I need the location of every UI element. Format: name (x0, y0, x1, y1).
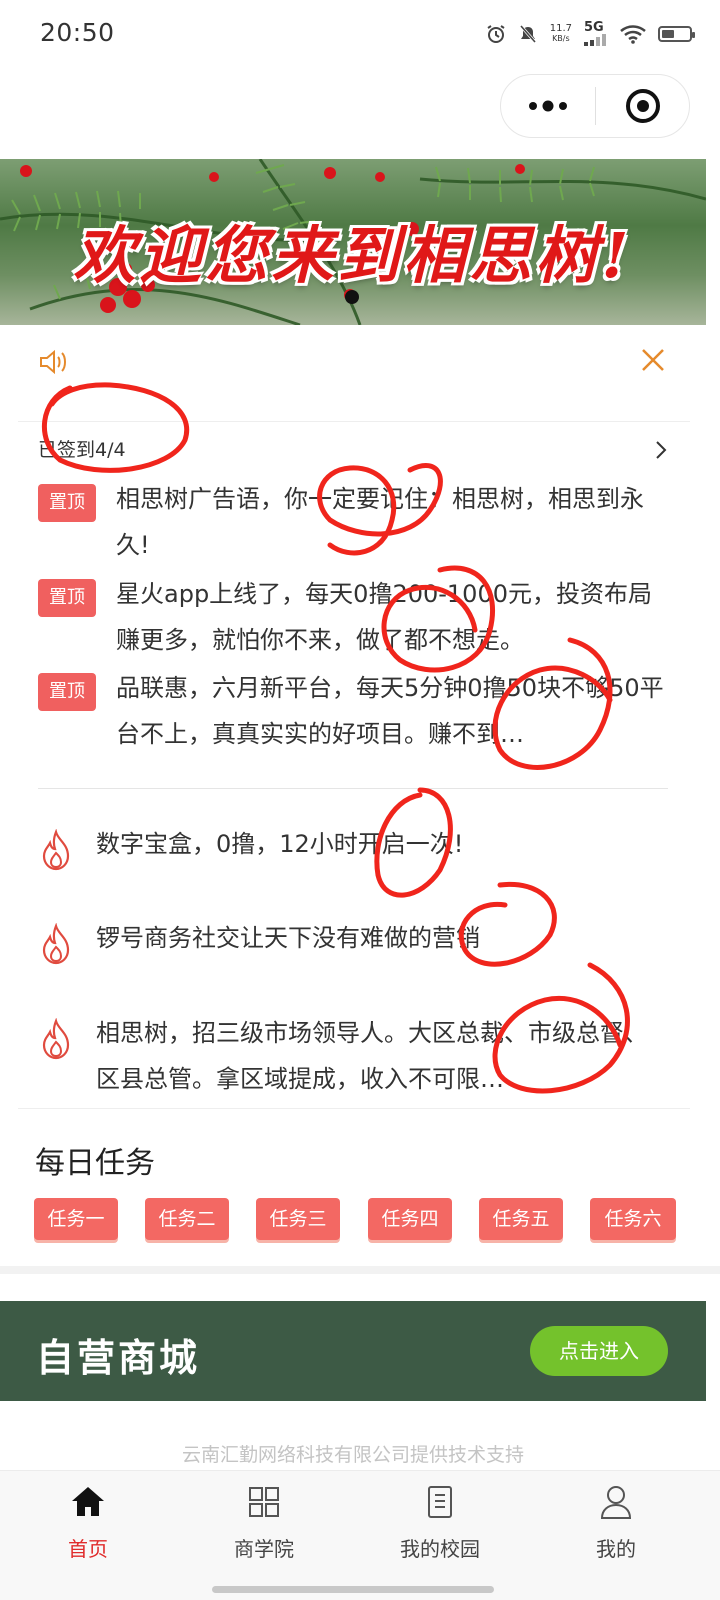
home-indicator[interactable] (212, 1586, 494, 1593)
home-icon (72, 1487, 104, 1516)
tab-label: 我的校园 (400, 1537, 480, 1561)
self-store-section: 自营商城 点击进入 (0, 1301, 706, 1401)
pinned-item-text: 相思树广告语，你一定要记住：相思树，相思到永久! (116, 485, 644, 559)
flame-icon (42, 923, 70, 965)
task-button-1[interactable]: 任务一 (34, 1198, 118, 1240)
grid-icon (249, 1487, 279, 1517)
mute-icon (519, 25, 536, 43)
status-time: 20:50 (40, 18, 115, 47)
pinned-badge: 置顶 (38, 673, 96, 711)
flame-icon (42, 1018, 70, 1060)
more-dots-icon[interactable] (501, 75, 595, 137)
section-separator (0, 1266, 720, 1274)
status-bar: 20:50 11.7 KB/s 5G (0, 0, 720, 68)
pinned-item-text: 星火app上线了，每天0撸200-1000元，投资布局赚更多，就怕你不来，做了都… (116, 580, 652, 654)
tech-support-text: 云南汇勤网络科技有限公司提供技术支持 (181, 1444, 524, 1466)
banner-welcome-text: 欢迎您来到相思树! (73, 219, 633, 292)
net-speed: 11.7 KB/s (549, 23, 572, 44)
wifi-icon (620, 25, 646, 44)
store-enter-button[interactable]: 点击进入 (530, 1326, 668, 1376)
hot-item[interactable]: 相思树，招三级市场领导人。大区总裁、市级总督、区县总管。拿区域提成，收入不可限… (38, 1010, 668, 1102)
signal-icon: 5G (584, 21, 608, 46)
battery-icon (658, 26, 695, 42)
store-title: 自营商城 (36, 1336, 201, 1380)
pinned-badge: 置顶 (38, 579, 96, 617)
pinned-item[interactable]: 置顶 品联惠，六月新平台，每天5分钟0撸50块不够50平台不上，真真实实的好项目… (38, 665, 668, 757)
divider (18, 1108, 690, 1109)
daily-tasks-title: 每日任务 (35, 1146, 155, 1181)
tab-home[interactable]: 首页 (0, 1483, 176, 1562)
tab-label: 我的 (596, 1537, 636, 1561)
target-close-icon[interactable] (596, 75, 689, 137)
tab-my-campus[interactable]: 我的校园 (352, 1483, 528, 1562)
flame-icon (42, 829, 70, 871)
tab-mine[interactable]: 我的 (528, 1483, 704, 1562)
close-icon[interactable] (640, 347, 666, 373)
bottom-tab-bar: 首页 商学院 我的校园 我的 (0, 1470, 720, 1600)
chevron-right-icon (656, 441, 667, 459)
notice-bar (0, 325, 706, 420)
pinned-item-text: 品联惠，六月新平台，每天5分钟0撸50块不够50平台不上，真真实实的好项目。赚不… (116, 674, 664, 748)
user-icon (600, 1486, 632, 1519)
welcome-banner[interactable]: 欢迎您来到相思树! (0, 159, 706, 325)
pinned-item[interactable]: 置顶 相思树广告语，你一定要记住：相思树，相思到永久! (38, 476, 668, 568)
speaker-icon (40, 349, 66, 375)
signin-status: 已签到4/4 (38, 439, 126, 461)
hot-item-text: 数字宝盒，0撸，12小时开启一次! (96, 830, 464, 858)
divider (38, 788, 668, 789)
divider (18, 421, 690, 422)
hot-item-text: 锣号商务社交让天下没有难做的营销 (96, 924, 480, 952)
alarm-icon (487, 25, 505, 43)
tab-label: 首页 (68, 1537, 108, 1561)
status-icons: 11.7 KB/s 5G (486, 18, 695, 50)
tab-label: 商学院 (234, 1537, 294, 1561)
pinned-badge: 置顶 (38, 484, 96, 522)
task-button-6[interactable]: 任务六 (590, 1198, 676, 1240)
task-button-3[interactable]: 任务三 (256, 1198, 340, 1240)
hot-item[interactable]: 锣号商务社交让天下没有难做的营销 (38, 915, 668, 965)
daily-tasks-row: 任务一 任务二 任务三 任务四 任务五 任务六 (34, 1198, 684, 1242)
task-button-2[interactable]: 任务二 (145, 1198, 229, 1240)
task-button-4[interactable]: 任务四 (368, 1198, 452, 1240)
hot-item-text: 相思树，招三级市场领导人。大区总裁、市级总督、区县总管。拿区域提成，收入不可限… (96, 1019, 648, 1093)
hot-item[interactable]: 数字宝盒，0撸，12小时开启一次! (38, 821, 668, 871)
signin-row[interactable]: 已签到4/4 (38, 432, 668, 468)
pinned-item[interactable]: 置顶 星火app上线了，每天0撸200-1000元，投资布局赚更多，就怕你不来，… (38, 571, 668, 663)
document-icon (428, 1486, 452, 1518)
carousel-indicator (345, 290, 359, 304)
mini-program-capsule (500, 74, 690, 138)
tab-business-school[interactable]: 商学院 (176, 1483, 352, 1562)
task-button-5[interactable]: 任务五 (479, 1198, 563, 1240)
